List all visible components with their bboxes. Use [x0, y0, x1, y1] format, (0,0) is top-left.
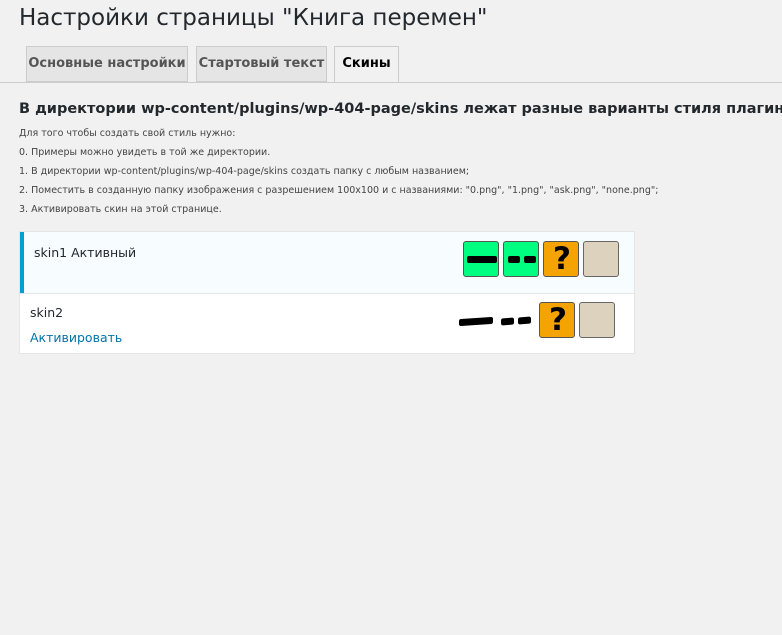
dash-long-icon — [467, 256, 497, 263]
page-title: Настройки страницы "Книга перемен" — [19, 5, 488, 31]
skins-heading: В директории wp-content/plugins/wp-404-p… — [19, 101, 782, 117]
skin-preview-none — [579, 302, 615, 338]
dash-short-icon — [508, 256, 520, 263]
tab-start-text[interactable]: Стартовый текст — [196, 46, 327, 82]
dash-short-icon — [501, 317, 514, 326]
skin-previews: ? — [459, 302, 616, 338]
skin-name: skin1 Активный — [34, 245, 137, 260]
skin-preview-ask: ? — [539, 302, 575, 338]
activate-skin-link[interactable]: Активировать — [30, 330, 122, 345]
skin-preview-0 — [463, 241, 499, 277]
skin-row-active: skin1 Активный ? — [20, 232, 634, 293]
tab-main-settings[interactable]: Основные настройки — [26, 46, 188, 82]
skin-preview-ask: ? — [543, 241, 579, 277]
dash-long-icon — [459, 316, 493, 327]
instruction-step-1: 1. В директории wp-content/plugins/wp-40… — [19, 166, 470, 177]
skin-row: skin2 Активировать ? — [20, 293, 634, 353]
instruction-step-3: 3. Активировать скин на этой странице. — [19, 204, 222, 215]
skin-preview-1 — [503, 241, 539, 277]
skin-preview-none — [583, 241, 619, 277]
skin-name: skin2 — [30, 305, 64, 320]
question-mark-icon: ? — [549, 302, 567, 338]
skin-preview-0 — [459, 302, 495, 338]
skin-previews: ? — [463, 241, 620, 277]
dash-short-icon — [524, 256, 536, 263]
instruction-step-0: 0. Примеры можно увидеть в той же директ… — [19, 147, 271, 158]
instruction-step-2: 2. Поместить в созданную папку изображен… — [19, 185, 659, 196]
dash-short-icon — [518, 316, 531, 325]
instruction-intro: Для того чтобы создать свой стиль нужно: — [19, 128, 236, 139]
tabs-divider — [0, 82, 782, 83]
skins-list: skin1 Активный ? skin2 Активировать ? — [19, 231, 635, 354]
tab-skins[interactable]: Скины — [334, 46, 399, 83]
instructions: Для того чтобы создать свой стиль нужно:… — [19, 127, 658, 222]
question-mark-icon: ? — [553, 241, 571, 277]
skin-preview-1 — [499, 302, 535, 338]
